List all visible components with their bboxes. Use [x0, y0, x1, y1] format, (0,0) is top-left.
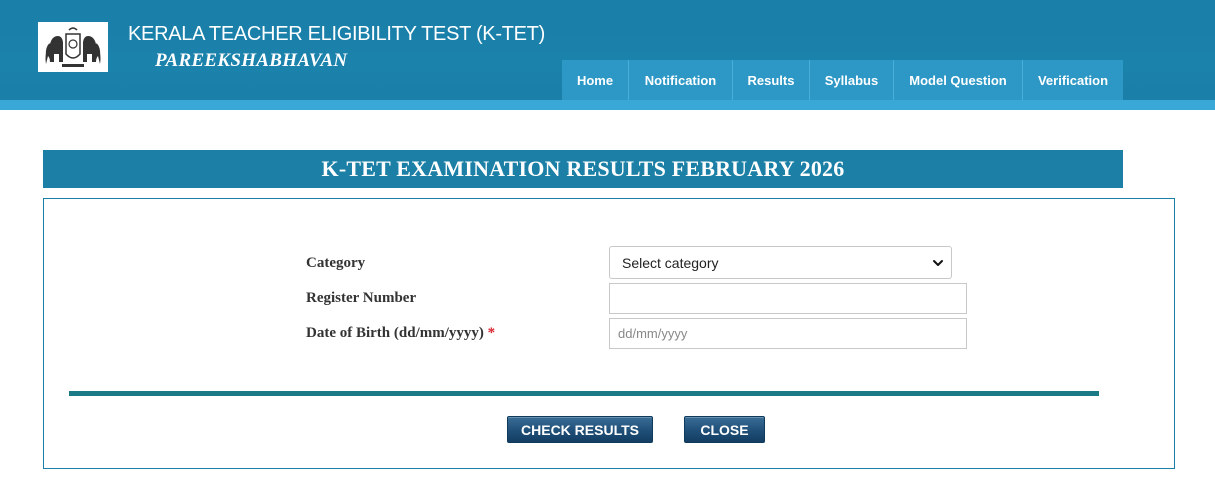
results-form-panel: Category Select category Register Number… [43, 198, 1175, 469]
nav-model-question[interactable]: Model Question [894, 60, 1023, 100]
main-nav: Home Notification Results Syllabus Model… [562, 60, 1123, 100]
site-title: KERALA TEACHER ELIGIBILITY TEST (K-TET) [128, 23, 545, 45]
dob-label-text: Date of Birth (dd/mm/yyyy) [306, 325, 484, 341]
results-banner: K-TET EXAMINATION RESULTS FEBRUARY 2026 [43, 150, 1123, 188]
register-number-input[interactable] [609, 283, 967, 314]
kerala-emblem-icon[interactable] [38, 22, 108, 72]
nav-verification[interactable]: Verification [1023, 60, 1123, 100]
nav-home[interactable]: Home [562, 60, 629, 100]
category-select[interactable]: Select category [609, 246, 952, 279]
dob-label: Date of Birth (dd/mm/yyyy) * [306, 325, 495, 342]
required-marker: * [487, 325, 496, 341]
site-header: KERALA TEACHER ELIGIBILITY TEST (K-TET) … [0, 0, 1215, 110]
category-selected-value: Select category [622, 254, 719, 271]
register-number-label: Register Number [306, 290, 417, 306]
dob-input[interactable] [609, 318, 967, 349]
header-stripe [0, 100, 1215, 110]
site-subtitle: PAREEKSHABHAVAN [155, 50, 348, 71]
nav-syllabus[interactable]: Syllabus [810, 60, 894, 100]
form-divider [69, 391, 1099, 396]
category-label: Category [306, 255, 366, 271]
check-results-button[interactable]: CHECK RESULTS [507, 416, 653, 443]
chevron-down-icon [933, 260, 943, 266]
close-button[interactable]: CLOSE [684, 416, 765, 443]
nav-notification[interactable]: Notification [629, 60, 733, 100]
nav-results[interactable]: Results [733, 60, 810, 100]
